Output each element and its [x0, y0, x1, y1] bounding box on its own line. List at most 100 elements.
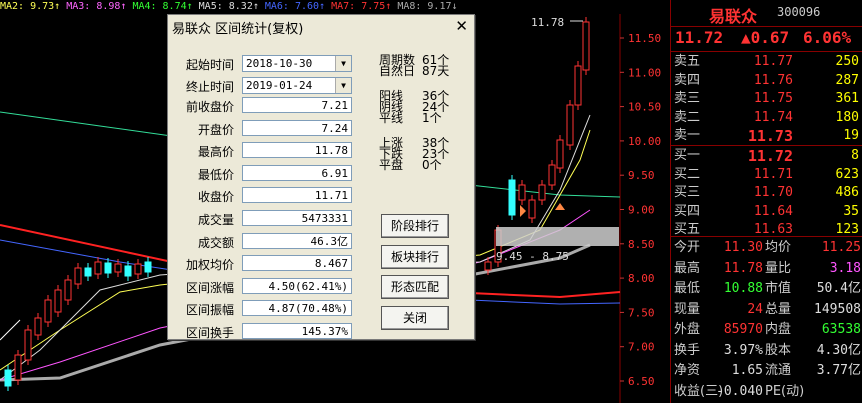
order-volume: 8	[851, 148, 859, 163]
date-select[interactable]: 2019-01-24 ▼	[242, 77, 352, 94]
stat-label: 净资	[674, 363, 701, 378]
stat-value: 3.18	[829, 260, 861, 276]
stat-label: 量比	[765, 260, 792, 276]
field-value: 7.24	[242, 119, 352, 136]
field-label: 最低价	[197, 167, 234, 182]
order-label: 卖一	[674, 128, 701, 143]
order-row: 卖二 11.74 180	[671, 109, 862, 127]
range-stat-value: 87天	[422, 64, 450, 78]
y-tick-label: 7.50	[628, 306, 655, 319]
field-value: 6.91	[242, 164, 352, 181]
y-tick-label: 9.50	[628, 169, 655, 182]
order-row: 卖四 11.76 287	[671, 72, 862, 90]
stat-value: 24	[747, 301, 763, 317]
dialog-button[interactable]: 阶段排行	[381, 214, 449, 238]
stat-row: 现量 24 总量 149508	[671, 300, 862, 319]
field-label: 区间涨幅	[185, 280, 234, 295]
stat-row: 净资 1.65 流通 3.77亿	[671, 361, 862, 380]
range-stat: 自然日 87天	[379, 65, 449, 77]
range-stat: 平盘 0个	[379, 159, 442, 171]
field-label: 成交量	[197, 213, 234, 227]
order-price: 11.71	[753, 166, 793, 182]
order-row: 买一 11.72 8	[671, 147, 862, 165]
dialog-button[interactable]: 关闭	[381, 305, 449, 330]
field-label: 最高价	[197, 145, 234, 160]
stat-label: PE(动)	[765, 383, 805, 399]
dialog-button[interactable]: 形态匹配	[381, 275, 449, 299]
date-select-value: 2019-01-24	[246, 79, 313, 92]
field-value: 5473331	[242, 210, 352, 226]
field-label: 区间振幅	[185, 303, 234, 318]
order-label: 买三	[674, 185, 701, 200]
ma-label: MA6: 7.60↑	[264, 1, 326, 12]
stat-value: 50.4亿	[816, 281, 861, 296]
stat-value: 11.25	[821, 240, 861, 255]
dialog-button[interactable]: 板块排行	[381, 244, 449, 269]
stat-label: 市值	[765, 281, 792, 296]
ma-indicator-bar: MA2: 9.73↑ MA3: 8.98↑ MA4: 8.74↑ MA5: 8.32↑…	[0, 0, 670, 13]
field-value: 11.71	[242, 187, 352, 204]
order-price: 11.77	[753, 54, 793, 69]
pct-change: 6.06%	[803, 28, 852, 47]
stat-row: 最低 10.88 市值 50.4亿	[671, 279, 862, 298]
range-stat: 平线 1个	[379, 111, 442, 125]
chevron-down-icon[interactable]: ▼	[335, 56, 351, 71]
order-volume: 180	[835, 109, 859, 125]
order-price: 11.70	[753, 185, 793, 200]
y-tick-label: 6.50	[628, 375, 655, 388]
stat-label: 总量	[765, 301, 792, 317]
stock-name: 易联众	[709, 7, 758, 26]
stat-label: 股本	[765, 342, 792, 358]
order-volume: 486	[835, 185, 859, 200]
range-label: 9.45 - 8.75	[496, 250, 569, 263]
stat-row: 最高 11.78 量比 3.18	[671, 259, 862, 278]
stat-value: 10.88	[723, 281, 763, 296]
y-tick-label: 10.00	[628, 135, 661, 148]
interval-stats-dialog: 易联众 区间统计(复权) ✕ 起始时间 2018-10-30 ▼ 终止时间 2019-0…	[167, 14, 475, 340]
date-select[interactable]: 2018-10-30 ▼	[242, 55, 352, 72]
stat-value: 149508	[814, 301, 861, 317]
range-stat-label: 平线	[379, 111, 404, 125]
stat-row: 收益(三) -0.040 PE(动)	[671, 382, 862, 401]
stat-row: 换手 3.97% 股本 4.30亿	[671, 341, 862, 360]
order-volume: 250	[835, 54, 859, 69]
range-stat-value: 0个	[422, 158, 442, 172]
ma-label: MA2: 9.73↑	[0, 1, 61, 12]
stat-value: 63538	[821, 322, 861, 337]
field-value: 4.87(70.48%)	[242, 300, 352, 317]
field-value: 145.37%	[242, 323, 352, 339]
y-tick-label: 11.50	[628, 32, 661, 45]
last-price: 11.72	[675, 28, 724, 47]
field-label: 前收盘价	[185, 100, 234, 114]
order-volume: 361	[835, 91, 859, 106]
order-price: 11.72	[747, 147, 793, 165]
order-price: 11.74	[753, 109, 793, 125]
order-price: 11.73	[747, 127, 793, 145]
order-row: 买四 11.64 35	[671, 203, 862, 221]
field-value: 8.467	[242, 255, 352, 272]
order-row: 买三 11.70 486	[671, 184, 862, 202]
stat-value: 11.30	[723, 240, 763, 255]
stat-label: 外盘	[674, 322, 701, 337]
field-label: 加权均价	[185, 258, 234, 273]
field-value: 11.78	[242, 142, 352, 159]
y-tick-label: 8.00	[628, 272, 655, 285]
stat-row: 今开 11.30 均价 11.25	[671, 238, 862, 257]
order-price: 11.75	[753, 91, 793, 106]
order-volume: 35	[843, 203, 859, 219]
stat-label: 内盘	[765, 322, 792, 337]
y-tick-label: 10.50	[628, 101, 661, 114]
field-label: 收盘价	[197, 190, 234, 205]
stat-label: 最低	[674, 281, 701, 296]
y-tick-label: 8.50	[628, 238, 655, 251]
y-tick-label: 9.00	[628, 204, 655, 217]
close-icon[interactable]: ✕	[455, 17, 468, 35]
stat-value: 11.78	[723, 260, 763, 276]
order-label: 卖五	[674, 54, 701, 69]
field-value: 46.3亿	[242, 232, 352, 249]
order-price: 11.64	[753, 203, 793, 219]
chevron-down-icon[interactable]: ▼	[335, 78, 351, 93]
ma-label: MA8: 9.17↓	[397, 1, 458, 12]
field-label: 开盘价	[197, 122, 234, 137]
quote-panel: 易联众 300096 11.72 ▲0.67 6.06% 卖五 11.77 250 卖…	[670, 0, 862, 403]
